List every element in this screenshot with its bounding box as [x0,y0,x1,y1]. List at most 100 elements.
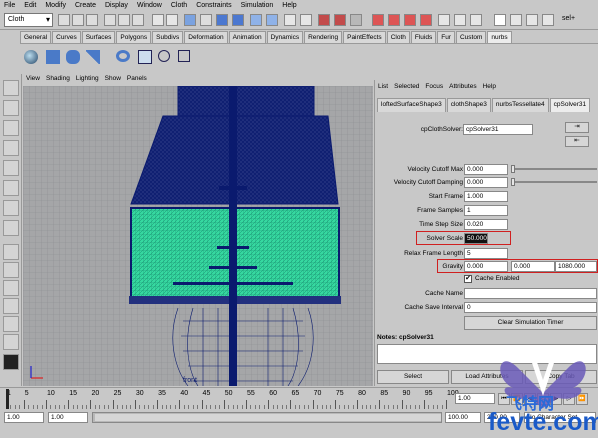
last-tool-icon[interactable] [3,220,19,236]
playback-end-field[interactable]: 100.00 [445,412,481,423]
select-component-icon[interactable] [132,14,144,26]
torus-icon[interactable] [116,50,130,62]
selection-mask-icon[interactable] [184,14,196,26]
render-icon[interactable] [318,14,330,26]
velocity-cutoff-damping-slider[interactable] [511,181,597,183]
layout-icon[interactable] [470,14,482,26]
cone-icon[interactable] [86,50,100,64]
viewport-menu-show[interactable]: Show [105,75,121,85]
viewport-menu-panels[interactable]: Panels [127,75,147,85]
shelf-tab-dynamics[interactable]: Dynamics [266,31,304,43]
mask-icon[interactable] [166,14,178,26]
hypershade-layout-icon[interactable] [3,334,19,350]
time-step-size-field[interactable]: 0.020 [464,219,508,230]
snap-view-icon[interactable] [266,14,278,26]
cylinder-icon[interactable] [66,50,80,64]
cache-enabled-checkbox[interactable]: ✔ [464,275,472,283]
layout-icon[interactable] [454,14,466,26]
open-scene-icon[interactable] [72,14,84,26]
menu-modify[interactable]: Modify [45,2,66,9]
shelf-tab-subdivs[interactable]: Subdivs [152,31,184,43]
slider-handle[interactable] [511,178,515,186]
ae-tab-nurbstessellate4[interactable]: nurbsTessellate4 [491,98,549,112]
two-pane-layout-icon[interactable] [3,280,19,296]
playback-start-field[interactable]: 1.00 [48,412,88,423]
velocity-cutoff-max-field[interactable]: 0.000 [464,164,508,175]
snap-point-icon[interactable] [250,14,262,26]
menu-help[interactable]: Help [282,2,296,9]
shelf-tab-deformation[interactable]: Deformation [184,31,228,43]
tool-settings-icon[interactable] [404,14,416,26]
menuset-dropdown[interactable]: Cloth [4,13,53,27]
menu-cloth[interactable]: Cloth [171,2,187,9]
node-name-field[interactable]: cpSolver31 [463,124,533,135]
graph-layout-icon[interactable] [3,316,19,332]
velocity-cutoff-max-slider[interactable] [511,168,597,170]
manipulator-tool-icon[interactable] [3,180,19,196]
square-icon[interactable] [178,50,190,62]
ae-tab-clothshape3[interactable]: clothShape3 [446,98,491,112]
cache-save-interval-field[interactable]: 0 [464,302,597,313]
ae-tab-loftedsurfaceshape3[interactable]: loftedSurfaceShape3 [377,98,446,112]
slider-handle[interactable] [511,165,515,173]
viewport-menu-shading[interactable]: Shading [46,75,70,85]
single-pane-layout-icon[interactable] [3,244,19,260]
shelf-tab-rendering[interactable]: Rendering [304,31,343,43]
plane-icon[interactable] [138,50,152,64]
four-pane-layout-icon[interactable] [3,262,19,278]
menu-file[interactable]: File [4,2,15,9]
ae-menu-selected[interactable]: Selected [394,83,419,90]
menu-constraints[interactable]: Constraints [196,2,231,9]
focus-button[interactable]: ⇥ [565,122,589,133]
clear-simulation-timer-button[interactable]: Clear Simulation Timer [464,316,597,330]
cache-name-field[interactable] [464,288,597,299]
menu-window[interactable]: Window [137,2,162,9]
render-globals-icon[interactable] [350,14,362,26]
range-bar[interactable] [92,412,442,423]
shelf-tab-nurbs[interactable]: nurbs [487,31,512,43]
presets-button[interactable]: ⇤ [565,136,589,147]
viewport-panel[interactable]: front [23,86,373,386]
shelf-tab-polygons[interactable]: Polygons [116,31,152,43]
panel-icon[interactable] [526,14,538,26]
shelf-tab-custom[interactable]: Custom [455,31,487,43]
relax-frame-length-field[interactable]: 5 [464,248,508,259]
new-scene-icon[interactable] [58,14,70,26]
range-handle[interactable] [95,414,441,421]
circle-icon[interactable] [158,50,170,62]
animation-start-field[interactable]: 1.00 [4,412,44,423]
ae-tab-cpsolver31[interactable]: cpSolver31 [549,98,591,112]
magnet-icon[interactable] [494,14,506,26]
snap-curve-icon[interactable] [232,14,244,26]
shelf-tab-cloth[interactable]: Cloth [386,31,410,43]
shelf-tab-fur[interactable]: Fur [437,31,455,43]
ae-menu-list[interactable]: List [378,83,388,90]
rotate-tool-icon[interactable] [3,140,19,156]
ae-menu-help[interactable]: Help [483,83,496,90]
channel-icon[interactable] [372,14,384,26]
select-hierarchy-icon[interactable] [104,14,116,26]
shelf-tab-general[interactable]: General [20,31,52,43]
menu-edit[interactable]: Edit [24,2,36,9]
shelf-tab-painteffects[interactable]: PaintEffects [343,31,386,43]
history-icon[interactable] [284,14,296,26]
mask-icon[interactable] [152,14,164,26]
ipr-render-icon[interactable] [334,14,346,26]
sphere-icon[interactable] [24,50,38,64]
viewport-menu-lighting[interactable]: Lighting [76,75,99,85]
snap-grid-icon[interactable] [216,14,228,26]
viewport-menu-view[interactable]: View [26,75,40,85]
start-frame-field[interactable]: 1.000 [464,191,508,202]
save-scene-icon[interactable] [86,14,98,26]
frame-samples-field[interactable]: 1 [464,205,508,216]
shelf-tab-curves[interactable]: Curves [52,31,81,43]
current-time-marker[interactable] [6,389,9,409]
select-object-icon[interactable] [118,14,130,26]
select-button[interactable]: Select [377,370,449,384]
cube-icon[interactable] [46,50,60,64]
select-tool-icon[interactable] [3,80,19,96]
layout-icon[interactable] [438,14,450,26]
layer-editor-icon[interactable] [420,14,432,26]
plus-icon[interactable] [200,14,212,26]
panel-icon[interactable] [542,14,554,26]
